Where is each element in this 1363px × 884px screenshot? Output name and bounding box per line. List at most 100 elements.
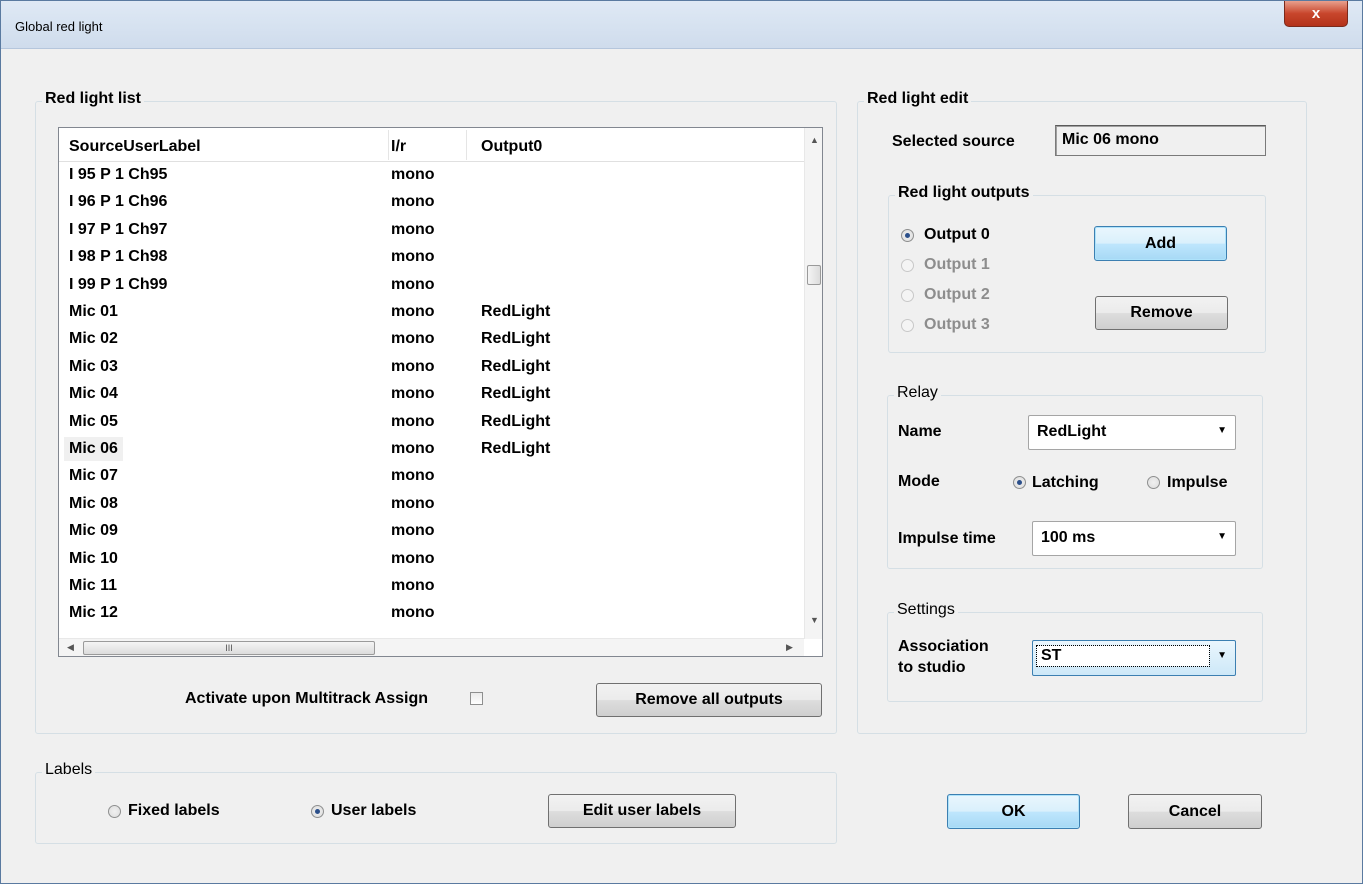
table-row[interactable]: I 96 P 1 Ch96 mono xyxy=(59,189,804,216)
output-0-radio[interactable] xyxy=(901,229,914,242)
cell-lr: mono xyxy=(391,412,435,430)
output-3-label[interactable]: Output 3 xyxy=(924,316,990,334)
title-bar[interactable]: Global red light x xyxy=(1,1,1362,49)
scroll-up-icon[interactable]: ▲ xyxy=(810,135,819,145)
fixed-labels-label[interactable]: Fixed labels xyxy=(128,802,220,820)
remove-button[interactable]: Remove xyxy=(1095,296,1228,330)
table-row[interactable]: Mic 07 mono xyxy=(59,463,804,490)
cell-lr: mono xyxy=(391,604,435,622)
cell-output0: RedLight xyxy=(481,440,551,457)
cell-source-user-label: Mic 09 xyxy=(69,522,118,540)
table-row[interactable]: Mic 01 mono RedLight xyxy=(59,299,804,326)
cell-lr: mono xyxy=(391,275,435,293)
table-row[interactable]: Mic 08 mono xyxy=(59,491,804,518)
association-studio-select[interactable]: ST ▼ xyxy=(1032,640,1236,676)
table-row[interactable]: Mic 12 mono xyxy=(59,600,804,627)
cell-source-user-label: Mic 07 xyxy=(69,467,118,485)
selected-source-value: Mic 06 mono xyxy=(1062,131,1159,148)
cell-source-user-label: Mic 02 xyxy=(69,330,118,348)
relay-name-label: Name xyxy=(898,423,942,440)
impulse-time-select[interactable]: 100 ms ▼ xyxy=(1032,521,1236,556)
cell-source-user-label: I 95 P 1 Ch95 xyxy=(69,166,168,183)
cell-lr: mono xyxy=(391,577,435,594)
settings-title: Settings xyxy=(894,601,958,619)
edit-user-labels-label: Edit user labels xyxy=(582,802,702,819)
red-light-edit-title: Red light edit xyxy=(864,90,972,108)
remove-all-outputs-button[interactable]: Remove all outputs xyxy=(596,683,822,717)
cell-lr: mono xyxy=(391,248,435,266)
output-1-radio[interactable] xyxy=(901,259,914,272)
cell-lr: mono xyxy=(391,549,435,567)
cell-output0: RedLight xyxy=(481,330,551,348)
selected-source-field: Mic 06 mono xyxy=(1055,125,1266,156)
cell-output0: RedLight xyxy=(481,357,551,375)
scroll-left-icon[interactable]: ◀ xyxy=(67,642,74,653)
remove-label: Remove xyxy=(1130,304,1193,321)
activate-multitrack-label: Activate upon Multitrack Assign xyxy=(185,690,428,707)
cell-source-user-label: I 97 P 1 Ch97 xyxy=(69,220,168,238)
horizontal-scrollbar[interactable]: ◀ III ▶ xyxy=(59,638,804,656)
impulse-time-value: 100 ms xyxy=(1041,529,1096,546)
cancel-button[interactable]: Cancel xyxy=(1128,794,1262,829)
table-row[interactable]: I 99 P 1 Ch99 mono xyxy=(59,272,804,299)
output-2-label[interactable]: Output 2 xyxy=(924,286,990,304)
close-button[interactable]: x xyxy=(1284,1,1348,27)
table-row[interactable]: Mic 06 mono RedLight xyxy=(59,436,804,463)
cell-source-user-label: Mic 08 xyxy=(69,494,118,512)
association-label-line2: to studio xyxy=(898,659,966,676)
mode-impulse-radio[interactable] xyxy=(1147,476,1160,489)
mode-latching-radio[interactable] xyxy=(1013,476,1026,489)
cell-lr: mono xyxy=(391,166,435,183)
output-0-label[interactable]: Output 0 xyxy=(924,226,990,244)
column-header-output0[interactable]: Output0 xyxy=(481,138,542,156)
vertical-scrollbar[interactable]: ▲ ▼ xyxy=(804,128,822,639)
cell-lr: mono xyxy=(391,220,435,238)
vertical-scroll-thumb[interactable] xyxy=(807,265,821,285)
remove-all-outputs-label: Remove all outputs xyxy=(635,691,783,708)
column-separator[interactable] xyxy=(466,130,467,160)
table-row[interactable]: Mic 03 mono RedLight xyxy=(59,354,804,381)
mode-latching-label[interactable]: Latching xyxy=(1032,474,1099,492)
table-row[interactable]: I 98 P 1 Ch98 mono xyxy=(59,244,804,271)
user-labels-label[interactable]: User labels xyxy=(331,802,416,820)
table-row[interactable]: Mic 09 mono xyxy=(59,518,804,545)
output-1-label[interactable]: Output 1 xyxy=(924,256,990,274)
cell-lr: mono xyxy=(391,357,435,375)
column-header-source-user-label[interactable]: SourceUserLabel xyxy=(69,138,201,156)
cell-source-user-label: Mic 11 xyxy=(69,577,118,594)
user-labels-radio[interactable] xyxy=(311,805,324,818)
table-row[interactable]: Mic 02 mono RedLight xyxy=(59,326,804,353)
fixed-labels-radio[interactable] xyxy=(108,805,121,818)
table-row[interactable]: Mic 04 mono RedLight xyxy=(59,381,804,408)
cell-source-user-label: I 98 P 1 Ch98 xyxy=(69,248,168,266)
add-button[interactable]: Add xyxy=(1094,226,1227,261)
cell-output0: RedLight xyxy=(481,412,551,430)
table-row[interactable]: Mic 11 mono xyxy=(59,573,804,600)
relay-name-select[interactable]: RedLight ▼ xyxy=(1028,415,1236,450)
scroll-grip: III xyxy=(225,643,233,653)
red-light-list[interactable]: SourceUserLabel I/r Output0 I 95 P 1 Ch9… xyxy=(58,127,823,657)
cell-source-user-label: Mic 01 xyxy=(69,303,118,320)
ok-button[interactable]: OK xyxy=(947,794,1080,829)
cell-lr: mono xyxy=(391,467,435,485)
relay-title: Relay xyxy=(894,384,941,402)
labels-title: Labels xyxy=(42,761,96,779)
horizontal-scroll-thumb[interactable]: III xyxy=(83,641,375,655)
scroll-down-icon[interactable]: ▼ xyxy=(810,615,819,625)
activate-multitrack-checkbox[interactable] xyxy=(470,692,483,705)
mode-impulse-label[interactable]: Impulse xyxy=(1167,474,1227,492)
cell-lr: mono xyxy=(391,330,435,348)
cell-lr: mono xyxy=(391,494,435,512)
output-2-radio[interactable] xyxy=(901,289,914,302)
table-row[interactable]: Mic 05 mono RedLight xyxy=(59,409,804,436)
table-row[interactable]: I 95 P 1 Ch95 mono xyxy=(59,162,804,189)
edit-user-labels-button[interactable]: Edit user labels xyxy=(548,794,736,828)
table-row[interactable]: I 97 P 1 Ch97 mono xyxy=(59,217,804,244)
output-3-radio[interactable] xyxy=(901,319,914,332)
column-header-lr[interactable]: I/r xyxy=(391,138,406,156)
close-icon: x xyxy=(1311,5,1321,22)
table-row[interactable]: Mic 10 mono xyxy=(59,546,804,573)
column-separator[interactable] xyxy=(388,130,389,160)
scroll-right-icon[interactable]: ▶ xyxy=(786,642,793,653)
cell-lr: mono xyxy=(391,522,435,540)
